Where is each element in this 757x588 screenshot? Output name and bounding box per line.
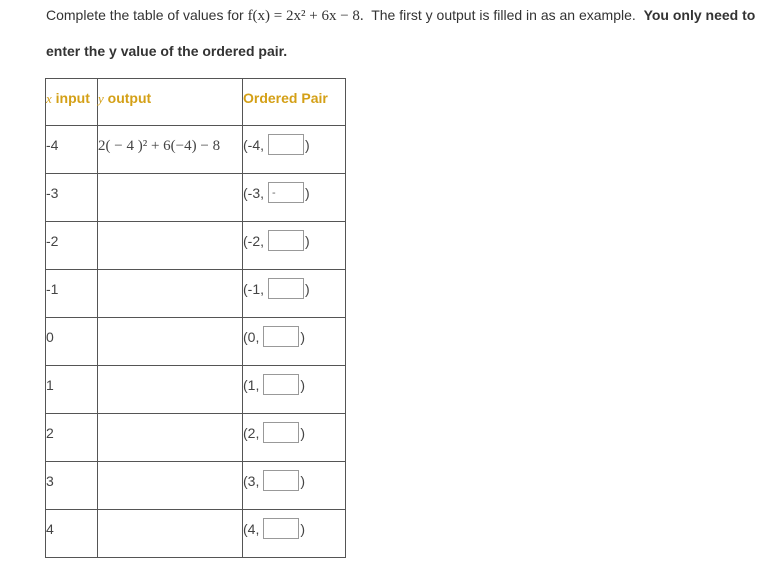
y-answer-input[interactable] — [268, 182, 304, 203]
pair-suffix: ) — [300, 425, 306, 441]
pair-prefix: (0, — [243, 329, 260, 345]
table-row: 1 (1,) — [45, 365, 346, 414]
table-row: 3 (3,) — [45, 461, 346, 510]
ordered-pair: (1,) — [242, 365, 346, 414]
ordered-pair: (-1,) — [242, 269, 346, 318]
y-answer-input[interactable] — [263, 422, 300, 443]
pair-prefix: (4, — [243, 521, 260, 537]
pair-suffix: ) — [305, 233, 310, 249]
pair-suffix: ) — [300, 473, 306, 489]
pair-prefix: (-1, — [243, 281, 264, 297]
ordered-pair: (-2,) — [242, 221, 346, 270]
ordered-pair: (4,) — [242, 509, 346, 558]
table-row: -1 (-1,) — [45, 269, 346, 318]
y-output-label: output — [103, 90, 152, 106]
pair-suffix: ) — [300, 329, 306, 345]
pair-prefix: (1, — [243, 377, 260, 393]
pair-prefix: (-3, — [243, 185, 264, 201]
ordered-pair: (2,) — [242, 413, 346, 462]
table-row: -3 (-3,) — [45, 173, 346, 222]
x-value: 4 — [45, 509, 98, 558]
x-value: -4 — [45, 125, 98, 174]
ordered-pair: (0,) — [242, 317, 346, 366]
pair-suffix: ) — [305, 281, 310, 297]
x-value: 2 — [45, 413, 98, 462]
function-expression: f(x) = 2x² + 6x − 8. — [247, 8, 364, 24]
x-value: -2 — [45, 221, 98, 270]
table-row: -4 2( − 4 )² + 6(−4) − 8 (-4,) — [45, 125, 346, 174]
table-row: -2 (-2,) — [45, 221, 346, 270]
y-answer-input[interactable] — [268, 134, 304, 155]
y-output — [97, 365, 243, 414]
instructions-middle: The first y output is filled in as an ex… — [363, 7, 644, 23]
y-answer-input[interactable] — [263, 326, 300, 347]
y-output — [97, 461, 243, 510]
y-output — [97, 269, 243, 318]
y-answer-input[interactable] — [263, 374, 300, 395]
x-value: 0 — [45, 317, 98, 366]
x-value: 3 — [45, 461, 98, 510]
pair-suffix: ) — [305, 185, 310, 201]
header-y-output: y output — [97, 78, 243, 126]
y-answer-input[interactable] — [263, 470, 300, 491]
instructions-bold-1: You only need to — [643, 7, 756, 23]
table-row: 2 (2,) — [45, 413, 346, 462]
instructions-prefix: Complete the table of values for — [46, 7, 248, 23]
ordered-pair: (3,) — [242, 461, 346, 510]
values-table: x input y output Ordered Pair -4 2( − 4 )… — [45, 78, 346, 558]
table-row: 4 (4,) — [45, 509, 346, 558]
y-answer-input[interactable] — [268, 230, 304, 251]
y-output — [97, 413, 243, 462]
y-output: 2( − 4 )² + 6(−4) − 8 — [97, 125, 243, 174]
y-output — [97, 509, 243, 558]
ordered-pair: (-3,) — [242, 173, 346, 222]
table-row: 0 (0,) — [45, 317, 346, 366]
instructions-line-1: Complete the table of values for f(x) = … — [46, 6, 756, 25]
y-answer-input[interactable] — [268, 278, 304, 299]
instructions: Complete the table of values for f(x) = … — [46, 6, 756, 59]
y-output-expression: 2( − 4 )² + 6(−4) − 8 — [98, 138, 221, 154]
y-answer-input[interactable] — [263, 518, 300, 539]
ordered-pair: (-4,) — [242, 125, 346, 174]
pair-prefix: (2, — [243, 425, 260, 441]
pair-suffix: ) — [300, 377, 306, 393]
pair-suffix: ) — [305, 137, 310, 153]
y-output — [97, 317, 243, 366]
pair-prefix: (3, — [243, 473, 260, 489]
x-input-label: input — [51, 90, 90, 106]
x-value: -1 — [45, 269, 98, 318]
pair-prefix: (-4, — [243, 137, 264, 153]
pair-prefix: (-2, — [243, 233, 264, 249]
x-value: -3 — [45, 173, 98, 222]
instructions-bold-2: enter the y value of the ordered pair. — [46, 43, 288, 59]
y-output — [97, 221, 243, 270]
pair-suffix: ) — [300, 521, 306, 537]
y-output — [97, 173, 243, 222]
header-ordered-pair: Ordered Pair — [242, 78, 346, 126]
x-value: 1 — [45, 365, 98, 414]
header-x-input: x input — [45, 78, 98, 126]
header-row: x input y output Ordered Pair — [45, 78, 346, 126]
